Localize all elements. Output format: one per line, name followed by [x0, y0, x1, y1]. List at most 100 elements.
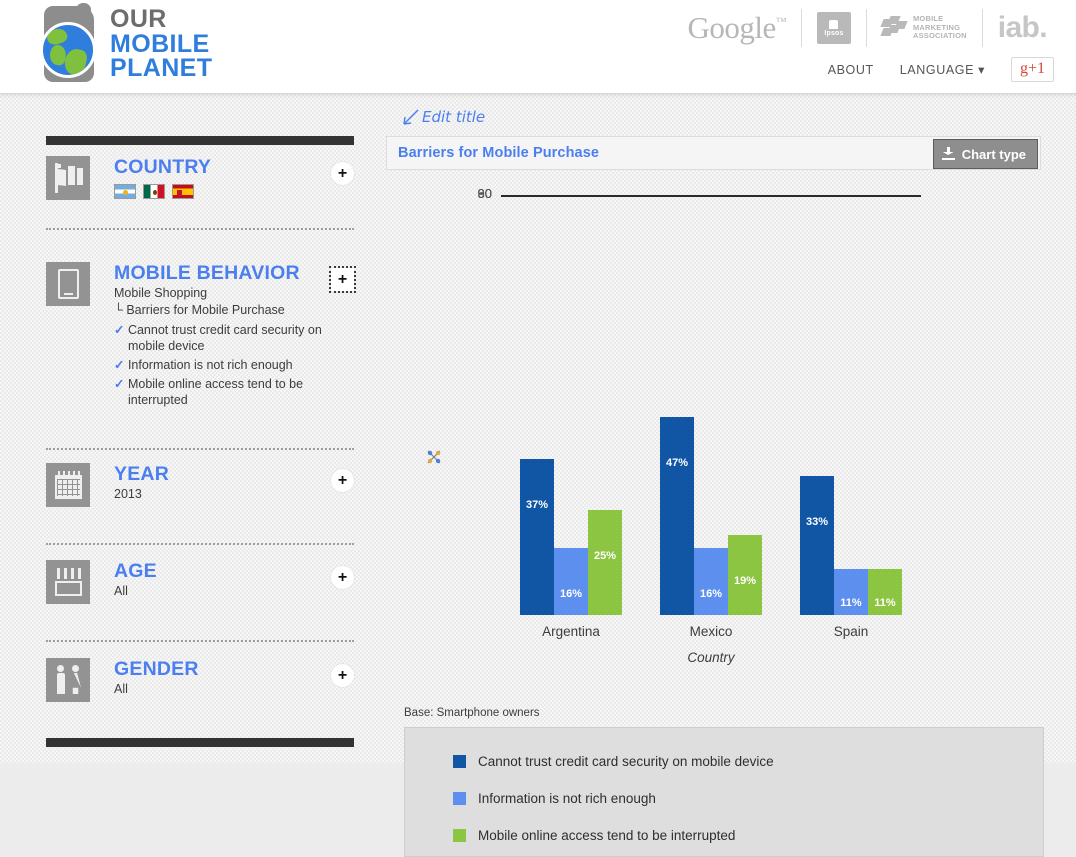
- expand-mobile-behavior-button[interactable]: +: [329, 266, 356, 293]
- sidebar-divider-2: [46, 448, 354, 450]
- chart-type-button[interactable]: Chart type: [932, 139, 1038, 169]
- facet-title-year: YEAR: [114, 463, 169, 485]
- bar-mexico-s3[interactable]: 19%: [728, 535, 762, 615]
- site-logo[interactable]: OUR MOBILE PLANET: [40, 3, 212, 82]
- legend-label: Information is not rich enough: [478, 791, 656, 806]
- bar-spain-s3[interactable]: 11%: [868, 568, 902, 615]
- facet-check-label: Cannot trust credit card security on mob…: [127, 323, 322, 353]
- x-tick-spain: Spain: [833, 624, 869, 639]
- bar-value-label: 11%: [874, 596, 896, 609]
- iab-logo: iab.: [981, 9, 1062, 47]
- expand-gender-button[interactable]: +: [331, 664, 354, 687]
- sidebar-facet-gender[interactable]: GENDER All +: [46, 658, 354, 702]
- legend-label: Mobile online access tend to be interrup…: [478, 828, 736, 843]
- top-navigation: ABOUT LANGUAGE ▾ g+1: [802, 57, 1054, 82]
- bar-value-label: 19%: [733, 575, 757, 587]
- legend-label: Cannot trust credit card security on mob…: [478, 754, 774, 769]
- sidebar-facet-country[interactable]: COUNTRY +: [46, 156, 354, 200]
- flag-mexico-icon: [143, 184, 165, 199]
- bar-value-label: 16%: [559, 587, 583, 600]
- bar-value-label: 11%: [840, 596, 862, 609]
- mobile-device-icon: [46, 262, 90, 306]
- bar-value-label: 37%: [525, 499, 549, 512]
- facet-title-gender: GENDER: [114, 658, 199, 680]
- facet-check-label: Mobile online access tend to be interrup…: [127, 377, 304, 407]
- facet-check-item[interactable]: ✓ Cannot trust credit card security on m…: [114, 322, 354, 354]
- facet-sub-mobile-shopping: Mobile Shopping: [114, 286, 208, 300]
- ipsos-logo: Ipsos: [800, 9, 866, 47]
- sidebar-divider-4: [46, 640, 354, 642]
- bar-value-label: 33%: [805, 516, 829, 529]
- facet-tree-barriers: └ Barriers for Mobile Purchase: [114, 303, 285, 317]
- calendar-icon: [46, 463, 90, 507]
- facet-title-mobile-behavior: MOBILE BEHAVIOR: [114, 262, 300, 284]
- chart-canvas: 90 60 30 0 37% 16% 25% Argentina 47% 16%…: [386, 180, 1044, 857]
- plot-area: 90 60 30 0 37% 16% 25% Argentina 47% 16%…: [478, 186, 921, 639]
- legend-swatch-s3: [453, 829, 466, 842]
- bar-argentina-s2[interactable]: 16%: [554, 547, 588, 615]
- mma-mark-icon: [880, 16, 908, 40]
- bar-groups: 37% 16% 25% Argentina 47% 16% 19% Mexico…: [501, 235, 921, 639]
- logo-wordmark: OUR MOBILE PLANET: [110, 7, 212, 81]
- legend-swatch-s2: [453, 792, 466, 805]
- bar-argentina-s3[interactable]: 25%: [588, 509, 622, 615]
- edit-title-label[interactable]: Edit title: [422, 108, 485, 126]
- edit-title-annotation: Edit title: [402, 108, 485, 126]
- nav-about-link[interactable]: ABOUT: [828, 63, 874, 77]
- site-header: OUR MOBILE PLANET Google ™ Ipsos MOBILE M…: [0, 0, 1076, 98]
- facet-value-age: All: [114, 584, 128, 598]
- facet-title-age: AGE: [114, 560, 157, 582]
- legend-item[interactable]: Mobile online access tend to be interrup…: [453, 828, 1043, 843]
- chart-legend: Cannot trust credit card security on mob…: [404, 727, 1044, 857]
- facet-title-country: COUNTRY: [114, 156, 212, 178]
- google-plus-one-button[interactable]: g+1: [1010, 57, 1054, 82]
- logo-line-2: MOBILE: [110, 29, 210, 58]
- facet-check-label: Information is not rich enough: [127, 358, 293, 372]
- download-icon: [941, 147, 955, 161]
- country-flag-list: [114, 184, 354, 199]
- flag-spain-icon: [172, 184, 194, 199]
- chart-type-label: Chart type: [961, 146, 1026, 162]
- bar-mexico-s1[interactable]: 47%: [660, 417, 694, 615]
- facet-check-item[interactable]: ✓ Mobile online access tend to be interr…: [114, 376, 354, 408]
- x-tick-argentina: Argentina: [542, 624, 600, 639]
- expand-year-button[interactable]: +: [331, 469, 354, 492]
- chart-title-bar: Barriers for Mobile Purchase Chart type: [386, 136, 1041, 170]
- chart-panel: Edit title Barriers for Mobile Purchase …: [384, 98, 1076, 857]
- legend-item[interactable]: Information is not rich enough: [453, 791, 1043, 806]
- bar-value-label: 16%: [699, 587, 723, 600]
- base-note: Base: Smartphone owners: [404, 707, 540, 719]
- legend-item[interactable]: Cannot trust credit card security on mob…: [453, 754, 1043, 769]
- flags-icon: [46, 156, 90, 200]
- bar-group-spain: 33% 11% 11% Spain: [781, 235, 921, 639]
- arrow-icon: [403, 109, 419, 125]
- x-axis-label: Country: [687, 650, 735, 665]
- sidebar-facet-mobile-behavior[interactable]: MOBILE BEHAVIOR Mobile Shopping └ Barrie…: [46, 262, 356, 408]
- bar-mexico-s2[interactable]: 16%: [694, 547, 728, 615]
- nav-language-dropdown[interactable]: LANGUAGE ▾: [900, 62, 985, 77]
- logo-line-1: OUR: [110, 5, 167, 34]
- sidebar-divider-3: [46, 543, 354, 545]
- sidebar-facet-year[interactable]: YEAR 2013 +: [46, 463, 354, 507]
- facet-value-gender: All: [114, 682, 128, 696]
- sidebar-top-rule: [46, 136, 354, 145]
- move-handle-icon[interactable]: [427, 450, 441, 464]
- flag-argentina-icon: [114, 184, 136, 199]
- bar-spain-s2[interactable]: 11%: [834, 568, 868, 615]
- sidebar-bottom-rule: [46, 738, 354, 747]
- x-tick-mexico: Mexico: [689, 624, 733, 639]
- gender-icon: [46, 658, 90, 702]
- chart-title[interactable]: Barriers for Mobile Purchase: [398, 145, 599, 161]
- bar-spain-s1[interactable]: 33%: [800, 476, 834, 615]
- facet-check-item[interactable]: ✓ Information is not rich enough: [114, 357, 354, 373]
- age-icon: [46, 560, 90, 604]
- bar-value-label: 25%: [593, 549, 617, 562]
- globe-phone-logo-icon: [40, 3, 96, 82]
- expand-age-button[interactable]: +: [331, 566, 354, 589]
- sidebar-facet-age[interactable]: AGE All +: [46, 560, 354, 604]
- expand-country-button[interactable]: +: [331, 162, 354, 185]
- bar-argentina-s1[interactable]: 37%: [520, 459, 554, 615]
- facet-value-year: 2013: [114, 487, 142, 501]
- sidebar-divider-1: [46, 228, 354, 230]
- filters-sidebar: COUNTRY + MOBILE BEHAVIOR Mobile Shoppin…: [0, 98, 384, 763]
